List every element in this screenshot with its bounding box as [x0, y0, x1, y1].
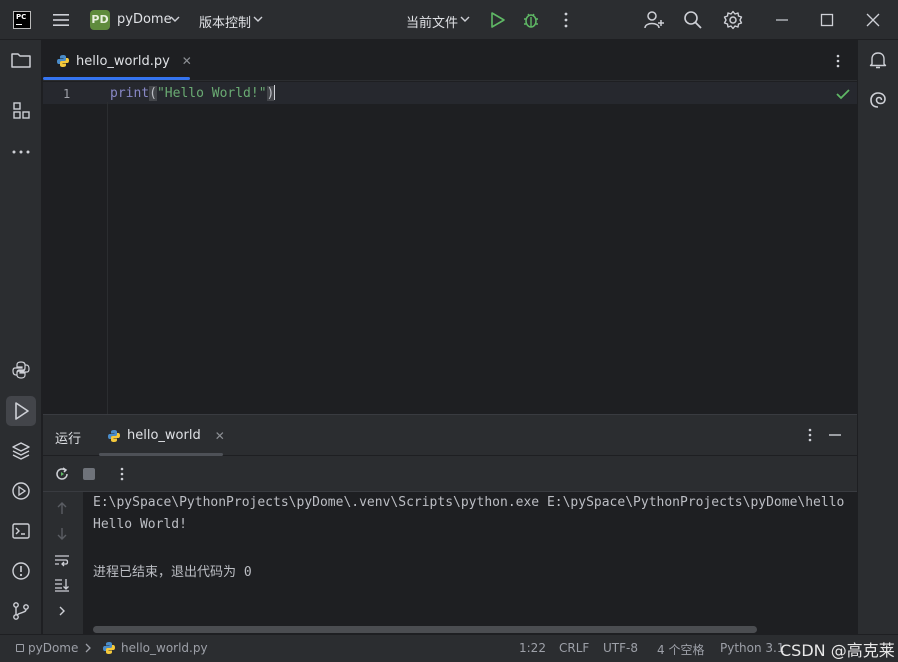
soft-wrap-icon[interactable] [54, 553, 70, 567]
text-caret [274, 85, 276, 100]
no-problems-check-icon[interactable] [836, 88, 850, 100]
watermark: CSDN @高克莱 [780, 641, 895, 660]
file-encoding[interactable]: UTF-8 [603, 641, 638, 655]
run-panel-options-icon[interactable] [807, 428, 813, 442]
run-toolbar [43, 456, 857, 492]
code-editor[interactable]: 1 print("Hello World!") [43, 82, 857, 414]
project-name[interactable]: pyDome [117, 12, 172, 27]
rerun-icon[interactable] [54, 466, 70, 482]
editor-tab-bar: hello_world.py ✕ [43, 41, 857, 81]
line-number: 1 [63, 87, 71, 101]
layers-icon[interactable] [11, 441, 35, 465]
run-tool-window: 运行 hello_world ✕ E:\pySpace\PythonProjec… [43, 414, 857, 635]
chevron-right-icon[interactable] [57, 605, 67, 617]
gear-icon[interactable] [723, 10, 743, 30]
run-tool-icon[interactable] [6, 396, 36, 426]
pycharm-logo: PC [13, 11, 31, 29]
close-run-tab-icon[interactable]: ✕ [215, 429, 225, 443]
chevron-down-icon[interactable] [170, 15, 180, 23]
notifications-icon[interactable] [868, 50, 892, 74]
tab-hello-world[interactable]: hello_world.py ✕ [43, 41, 206, 81]
line-gutter: 1 [43, 82, 107, 414]
line-separator[interactable]: CRLF [559, 641, 589, 655]
chevron-down-icon[interactable] [460, 15, 470, 23]
search-icon[interactable] [683, 10, 703, 30]
stop-icon[interactable] [83, 468, 95, 480]
run-tab-label: hello_world [127, 428, 201, 443]
git-icon[interactable] [11, 601, 35, 625]
console-line: 进程已结束，退出代码为 0 [93, 565, 252, 580]
more-actions-icon[interactable] [563, 12, 569, 28]
chevron-down-icon[interactable] [253, 15, 263, 23]
more-tools-icon[interactable] [11, 142, 35, 166]
close-icon[interactable] [866, 13, 880, 27]
services-icon[interactable] [11, 481, 35, 505]
console-side-toolbar [43, 492, 83, 635]
scroll-down-icon[interactable] [55, 527, 69, 541]
run-icon[interactable] [490, 11, 506, 29]
indent-setting[interactable]: 4 个空格 [657, 641, 704, 658]
terminal-icon[interactable] [11, 521, 35, 545]
active-tab-indicator [43, 77, 190, 80]
run-panel-title: 运行 [55, 432, 82, 447]
console-line: Hello World! [93, 517, 187, 532]
python-file-icon [107, 429, 121, 443]
project-folder-icon[interactable] [10, 50, 34, 74]
python-file-icon [56, 54, 70, 68]
minimize-icon[interactable] [775, 13, 789, 27]
editor-tabs-more-icon[interactable] [835, 54, 841, 68]
code-open-paren: ( [149, 86, 157, 101]
maximize-icon[interactable] [820, 13, 834, 27]
status-bar: pyDome hello_world.py 1:22 CRLF UTF-8 4 … [0, 634, 898, 662]
problems-icon[interactable] [11, 561, 35, 585]
left-tool-strip [0, 40, 42, 634]
breadcrumb-project[interactable]: pyDome [28, 641, 78, 655]
run-panel-header: 运行 hello_world ✕ [43, 415, 857, 456]
gutter-divider [107, 102, 108, 414]
python-file-icon [102, 641, 116, 655]
right-tool-strip [857, 40, 898, 634]
debug-icon[interactable] [522, 10, 540, 30]
python-console-icon[interactable] [11, 360, 35, 384]
title-bar: PC PD pyDome 版本控制 当前文件 [0, 0, 898, 40]
ai-assistant-icon[interactable] [868, 90, 892, 114]
breadcrumb-file[interactable]: hello_world.py [121, 641, 208, 655]
main-menu-icon[interactable] [52, 12, 70, 28]
code-string: "Hello World!" [156, 86, 267, 101]
horizontal-scrollbar[interactable] [93, 626, 757, 633]
project-module-icon [16, 644, 24, 652]
console-output[interactable]: E:\pySpace\PythonProjects\pyDome\.venv\S… [93, 492, 857, 635]
tab-label: hello_world.py [76, 53, 170, 69]
scroll-to-end-icon[interactable] [54, 578, 70, 592]
caret-position[interactable]: 1:22 [519, 641, 546, 655]
run-config-select[interactable]: 当前文件 [406, 12, 458, 31]
chevron-right-icon [84, 643, 92, 653]
add-user-icon[interactable] [643, 10, 665, 30]
scroll-up-icon[interactable] [55, 501, 69, 515]
hide-panel-icon[interactable] [828, 428, 842, 442]
run-more-icon[interactable] [119, 467, 125, 481]
code-line-1[interactable]: print("Hello World!") [110, 85, 276, 101]
project-badge[interactable]: PD [90, 10, 110, 30]
run-tab-hello-world[interactable]: hello_world ✕ [107, 415, 225, 456]
vcs-menu[interactable]: 版本控制 [199, 12, 251, 31]
code-function: print [110, 86, 150, 101]
python-interpreter[interactable]: Python 3.1 [720, 641, 785, 655]
console-line: E:\pySpace\PythonProjects\pyDome\.venv\S… [93, 495, 845, 510]
close-tab-icon[interactable]: ✕ [182, 54, 192, 68]
structure-icon[interactable] [11, 100, 35, 124]
code-close-paren: ) [266, 86, 275, 101]
